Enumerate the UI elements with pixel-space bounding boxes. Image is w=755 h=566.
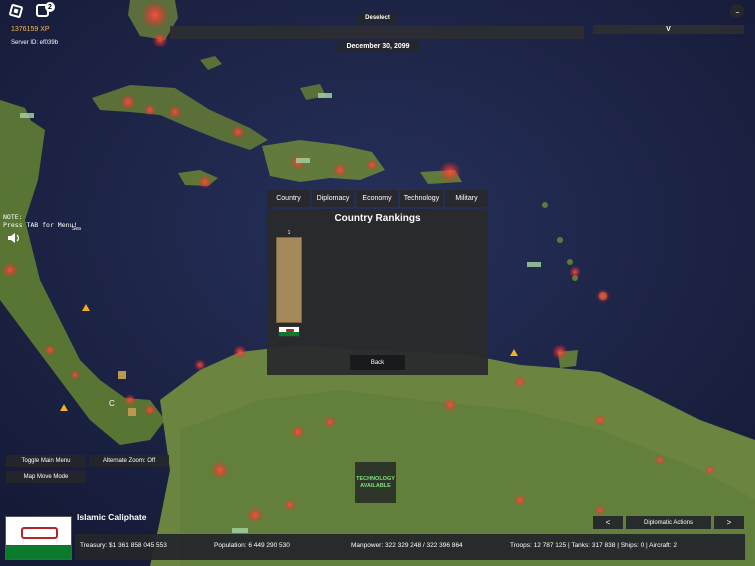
game-date: December 30, 2099 (337, 41, 419, 51)
military-stat: Troops: 12 787 125 | Tanks: 317 838 | Sh… (510, 542, 677, 549)
country-flag (5, 516, 72, 560)
diplomatic-actions-button[interactable]: Diplomatic Actions (626, 516, 711, 529)
player-info-bar[interactable]: V (593, 25, 744, 34)
warning-icon[interactable] (82, 304, 90, 311)
note-text: NOTE: Press TAB for Menu! (3, 213, 77, 229)
next-arrow-button[interactable]: > (714, 516, 744, 529)
tab-military[interactable]: Military (445, 190, 488, 207)
rank-number: 1 (287, 230, 291, 236)
treasury-stat: Treasury: $1 361 858 045 553 (80, 542, 167, 549)
sea-label: Sea (72, 226, 81, 232)
menu-dots-icon[interactable]: ... (730, 4, 744, 18)
speaker-icon[interactable] (7, 232, 21, 244)
toggle-main-menu-button[interactable]: Toggle Main Menu (6, 455, 86, 467)
alternate-zoom-button[interactable]: Alternate Zoom: Off (89, 455, 169, 467)
map-move-mode-button[interactable]: Map Move Mode (6, 471, 86, 483)
flag-emblem-icon (21, 527, 58, 539)
deselect-button[interactable]: Deselect (357, 13, 398, 23)
note-line-2: Press TAB for Menu! (3, 221, 78, 229)
warning-icon[interactable] (60, 404, 68, 411)
chat-badge: 2 (45, 2, 55, 12)
technology-line-1: TECHNOLOGY (356, 475, 395, 482)
rank-bar[interactable] (276, 237, 302, 323)
server-id: Server ID: ef039b (11, 40, 59, 46)
xp-counter: 1376159 XP (11, 26, 50, 33)
manpower-stat: Manpower: 322 329 248 / 322 396 864 (351, 542, 463, 549)
rankings-title: Country Rankings (334, 213, 421, 224)
back-button[interactable]: Back (350, 355, 405, 370)
technology-available-button[interactable]: TECHNOLOGY AVAILABLE (355, 462, 396, 503)
rank-flag-icon (278, 326, 300, 337)
rankings-tabs: Country Diplomacy Economy Technology Mil… (267, 190, 488, 207)
map-marker-label: C (109, 399, 115, 408)
country-name: Islamic Caliphate (77, 512, 147, 522)
warning-icon[interactable] (510, 349, 518, 356)
prev-arrow-button[interactable]: < (593, 516, 623, 529)
tab-technology[interactable]: Technology (400, 190, 443, 207)
note-line-1: NOTE: (3, 213, 23, 221)
technology-line-2: AVAILABLE (360, 482, 391, 489)
tab-country[interactable]: Country (267, 190, 310, 207)
tab-economy[interactable]: Economy (356, 190, 398, 207)
tab-diplomacy[interactable]: Diplomacy (312, 190, 354, 207)
selection-bar (170, 26, 584, 39)
population-stat: Population: 6 449 290 530 (214, 542, 290, 549)
rankings-panel: Country Rankings 1 Back (267, 209, 488, 375)
